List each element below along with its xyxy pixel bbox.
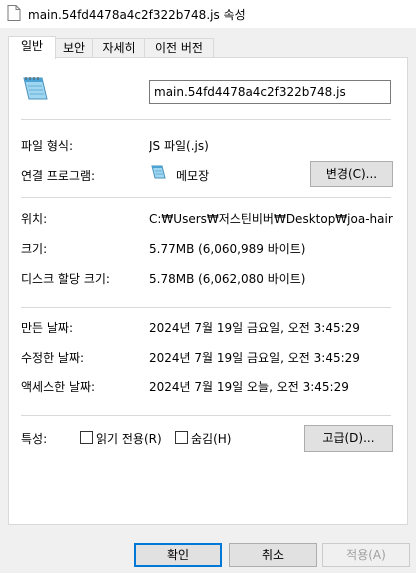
cancel-button[interactable]: 취소	[229, 543, 317, 567]
disk-size-label: 디스크 할당 크기:	[21, 272, 110, 286]
opens-with-value: 메모장	[176, 169, 210, 183]
opens-with-label: 연결 프로그램:	[21, 169, 96, 183]
apply-button[interactable]: 적용(A)	[322, 543, 410, 567]
apply-button-label: 적용(A)	[346, 548, 386, 562]
ok-button-label: 확인	[166, 548, 190, 562]
created-label: 만든 날짜:	[21, 321, 74, 335]
change-button-label: 변경(C)...	[325, 167, 378, 181]
file-type-value: JS 파일(.js)	[149, 139, 209, 153]
separator	[21, 307, 391, 308]
advanced-button[interactable]: 고급(D)...	[304, 425, 393, 452]
filename-field[interactable]: main.54fd4478a4c2f322b748.js	[149, 80, 391, 104]
tab-general-label: 일반	[20, 39, 44, 53]
ok-button[interactable]: 확인	[134, 543, 222, 567]
change-button[interactable]: 변경(C)...	[310, 161, 393, 187]
modified-value: 2024년 7월 19일 금요일, 오전 3:45:29	[149, 351, 360, 365]
tab-details[interactable]: 자세히	[92, 38, 146, 58]
readonly-label[interactable]: 읽기 전용(R)	[96, 430, 162, 447]
tab-security[interactable]: 보안	[54, 38, 94, 58]
general-panel	[8, 57, 408, 525]
separator	[21, 197, 391, 198]
attributes-label: 특성:	[21, 432, 48, 446]
disk-size-value: 5.78MB (6,062,080 바이트)	[149, 272, 306, 286]
accessed-label: 액세스한 날짜:	[21, 380, 96, 394]
tab-previous-versions[interactable]: 이전 버전	[144, 38, 214, 58]
location-label: 위치:	[21, 212, 48, 226]
created-value: 2024년 7월 19일 금요일, 오전 3:45:29	[149, 321, 360, 335]
notepad-icon	[151, 165, 166, 179]
title-bar: main.54fd4478a4c2f322b748.js 속성	[0, 0, 416, 28]
hidden-checkbox[interactable]	[175, 431, 188, 444]
readonly-checkbox[interactable]	[80, 431, 93, 444]
advanced-button-label: 고급(D)...	[322, 431, 375, 445]
window-title: main.54fd4478a4c2f322b748.js 속성	[28, 8, 246, 22]
file-type-label: 파일 형식:	[21, 139, 74, 153]
accessed-value: 2024년 7월 19일 오늘, 오전 3:45:29	[149, 380, 349, 394]
modified-label: 수정한 날짜:	[21, 351, 85, 365]
notepad-file-icon	[23, 77, 48, 100]
separator	[21, 119, 391, 120]
separator	[21, 415, 391, 416]
tab-details-label: 자세히	[102, 41, 136, 55]
tab-previous-versions-label: 이전 버전	[155, 41, 203, 55]
cancel-button-label: 취소	[261, 548, 285, 562]
size-label: 크기:	[21, 242, 48, 256]
size-value: 5.77MB (6,060,989 바이트)	[149, 242, 306, 256]
location-value[interactable]: C:₩Users₩저스틴비버₩Desktop₩joa-hair₩dis	[149, 210, 393, 227]
tab-general[interactable]: 일반	[8, 36, 56, 59]
hidden-label[interactable]: 숨김(H)	[191, 430, 231, 447]
file-icon	[7, 5, 21, 21]
tab-security-label: 보안	[62, 41, 86, 55]
